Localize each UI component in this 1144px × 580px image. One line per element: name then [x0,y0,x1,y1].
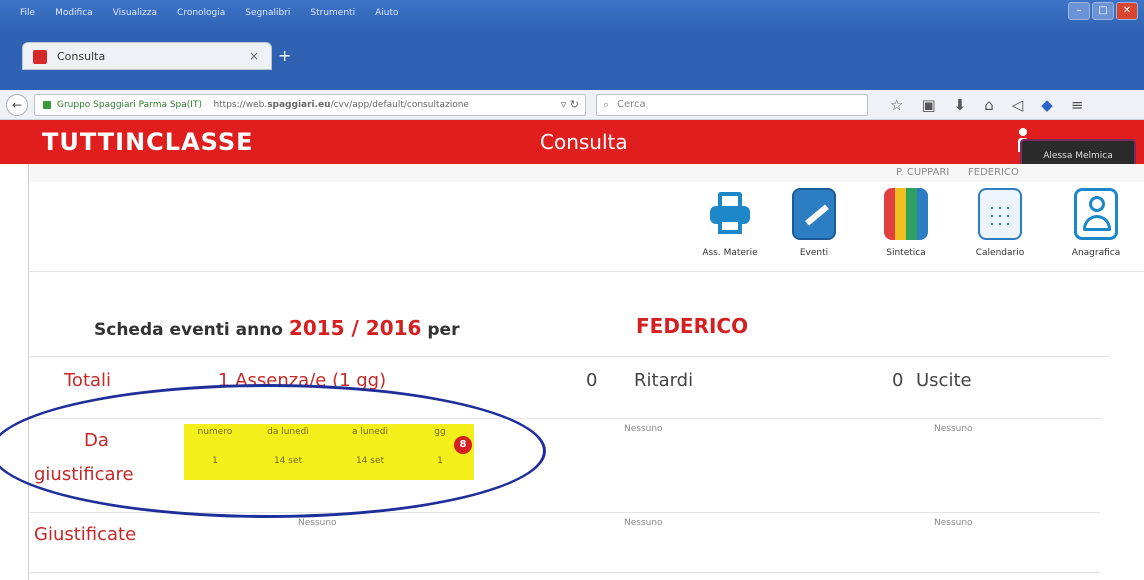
totali-label: Totali [64,370,112,391]
ritardi-label: Ritardi [634,370,694,391]
close-window-button[interactable]: ✕ [1116,2,1138,20]
left-border [28,164,29,580]
page-title: Consulta [540,130,628,154]
eventi-button[interactable]: Eventi [776,188,852,270]
menu-cronologia[interactable]: Cronologia [177,8,225,18]
giust-ritardi: Nessuno [624,518,663,528]
url-domain: spaggiari.eu [267,100,331,110]
search-placeholder: Cerca [617,99,646,110]
tab-title: Consulta [57,50,106,63]
scheda-prefix: Scheda eventi anno [94,320,283,340]
teacher-name: P. CUPPARI [896,167,950,178]
student-name: FEDERICO [636,314,749,338]
site-favicon-icon [33,50,47,64]
scheda-per: per [427,320,460,340]
search-input[interactable]: ⌕ Cerca [596,94,868,116]
extension-icon[interactable]: ◆ [1041,96,1053,114]
browser-navbar: ← Gruppo Spaggiari Parma Spa(IT) https:/… [0,90,1144,120]
new-tab-icon[interactable]: + [278,48,294,64]
back-arrow-icon[interactable]: ← [6,94,28,116]
calendario-label: Calendario [975,248,1025,258]
printer-icon [708,188,752,240]
ass-materie-label: Ass. Materie [702,248,758,258]
close-tab-icon[interactable]: × [249,49,259,63]
browser-menubar: File Modifica Visualizza Cronologia Segn… [0,0,1144,32]
sintetica-button[interactable]: Sintetica [868,188,944,270]
app-logo[interactable]: TUTTINCLASSE [42,128,254,156]
lock-icon [43,101,51,109]
notepad-pen-icon [792,188,836,240]
share-icon[interactable]: ◁ [1012,96,1024,114]
maximize-button[interactable]: □ [1092,2,1114,20]
sintetica-label: Sintetica [886,248,926,258]
uscite-count: 0 [892,370,904,391]
reload-icon[interactable]: ▿ ↻ [561,95,579,115]
menu-file[interactable]: File [20,8,35,18]
star-bookmark-icon[interactable]: ☆ [890,96,903,114]
calendar-icon [978,188,1022,240]
person-icon [1074,188,1118,240]
anagrafica-button[interactable]: Anagrafica [1058,188,1134,270]
home-icon[interactable]: ⌂ [984,96,994,114]
giust-assenze: Nessuno [298,518,337,528]
school-year: 2015 / 2016 [288,316,422,340]
clipboard-icon[interactable]: ▣ [921,96,935,114]
menu-segnalibri[interactable]: Segnalibri [245,8,290,18]
minimize-button[interactable]: – [1068,2,1090,20]
ass-materie-button[interactable]: Ass. Materie [692,188,768,270]
eventi-label: Eventi [799,248,829,258]
browser-tab[interactable]: Consulta × [22,42,272,70]
calendario-button[interactable]: Calendario [962,188,1038,270]
uscite-label: Uscite [916,370,972,391]
menu-modifica[interactable]: Modifica [55,8,93,18]
url-prefix: https://web. [213,100,268,110]
scheda-heading: Scheda eventi anno 2015 / 2016 per [94,316,459,340]
student-name-header: FEDERICO [968,167,1019,178]
giust-uscite: Nessuno [934,518,973,528]
address-bar[interactable]: Gruppo Spaggiari Parma Spa(IT) https://w… [34,94,586,116]
app-header: TUTTINCLASSE Consulta [0,120,1144,164]
giustificate-label: Giustificate [34,524,137,545]
search-icon: ⌕ [603,98,610,111]
menu-strumenti[interactable]: Strumenti [310,8,355,18]
ritardi-count: 0 [586,370,598,391]
anagrafica-label: Anagrafica [1071,248,1121,258]
download-icon[interactable]: ⬇ [954,96,967,114]
bar-chart-icon [884,188,928,240]
annotation-ellipse [0,384,546,518]
menu-aiuto[interactable]: Aiuto [375,8,398,18]
divider [30,572,1100,573]
site-identity: Gruppo Spaggiari Parma Spa(IT) [57,100,202,110]
da-giust-uscite: Nessuno [934,424,973,434]
da-giust-ritardi: Nessuno [624,424,663,434]
hamburger-menu-icon[interactable]: ≡ [1071,96,1084,114]
screenshot: File Modifica Visualizza Cronologia Segn… [0,0,1144,580]
url-path: /cvv/app/default/consultazione [330,100,469,110]
menu-visualizza[interactable]: Visualizza [113,8,157,18]
divider [30,356,1110,357]
